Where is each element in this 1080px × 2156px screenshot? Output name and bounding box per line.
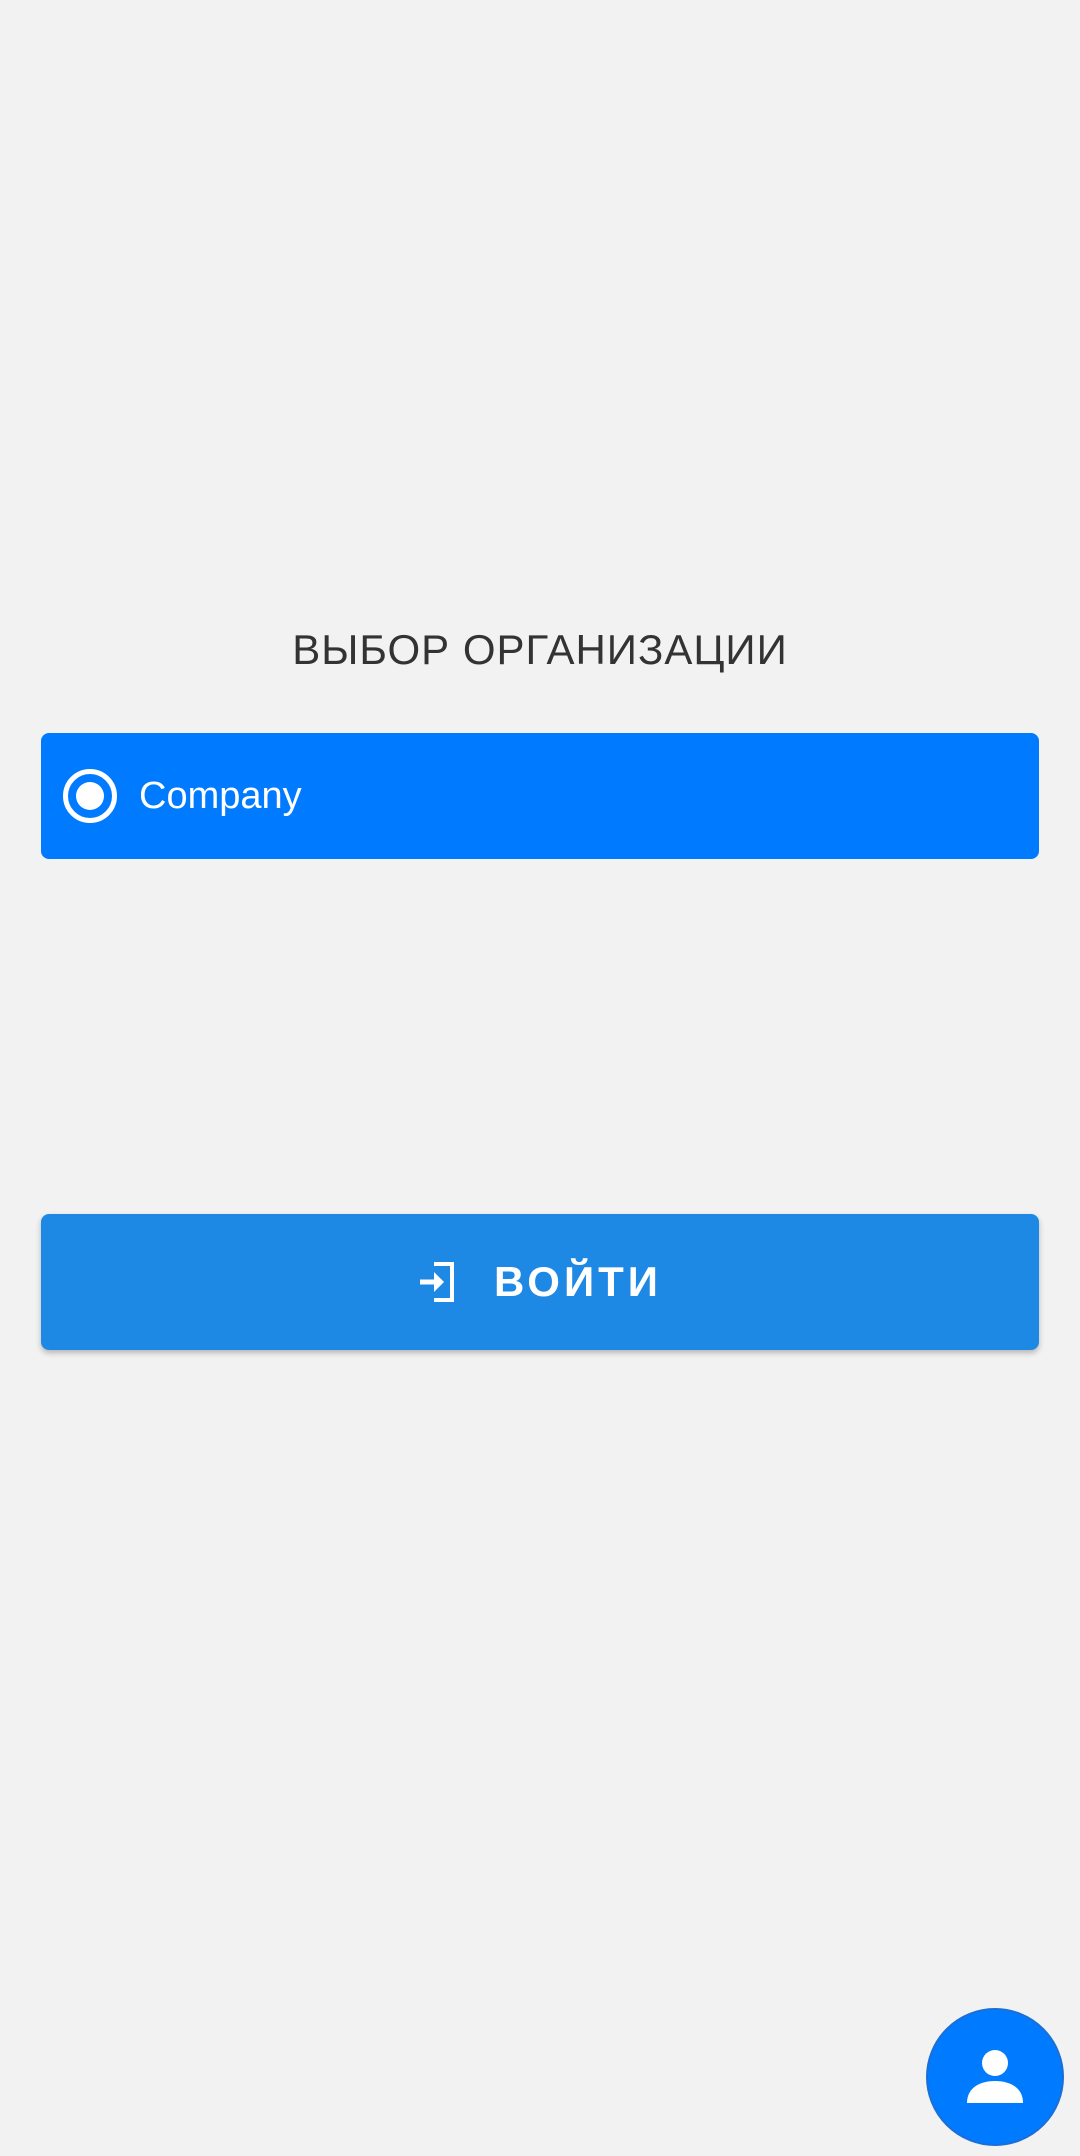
radio-selected-icon[interactable] <box>63 769 117 823</box>
page-title: ВЫБОР ОРГАНИЗАЦИИ <box>292 626 788 673</box>
organization-label: Company <box>139 774 302 817</box>
user-fab-button[interactable] <box>926 2008 1064 2146</box>
login-button[interactable]: ВОЙТИ <box>41 1214 1039 1350</box>
login-icon <box>418 1260 458 1304</box>
organization-option-company[interactable]: Company <box>41 733 1039 859</box>
login-button-label: ВОЙТИ <box>494 1258 662 1305</box>
user-icon <box>963 2045 1027 2109</box>
